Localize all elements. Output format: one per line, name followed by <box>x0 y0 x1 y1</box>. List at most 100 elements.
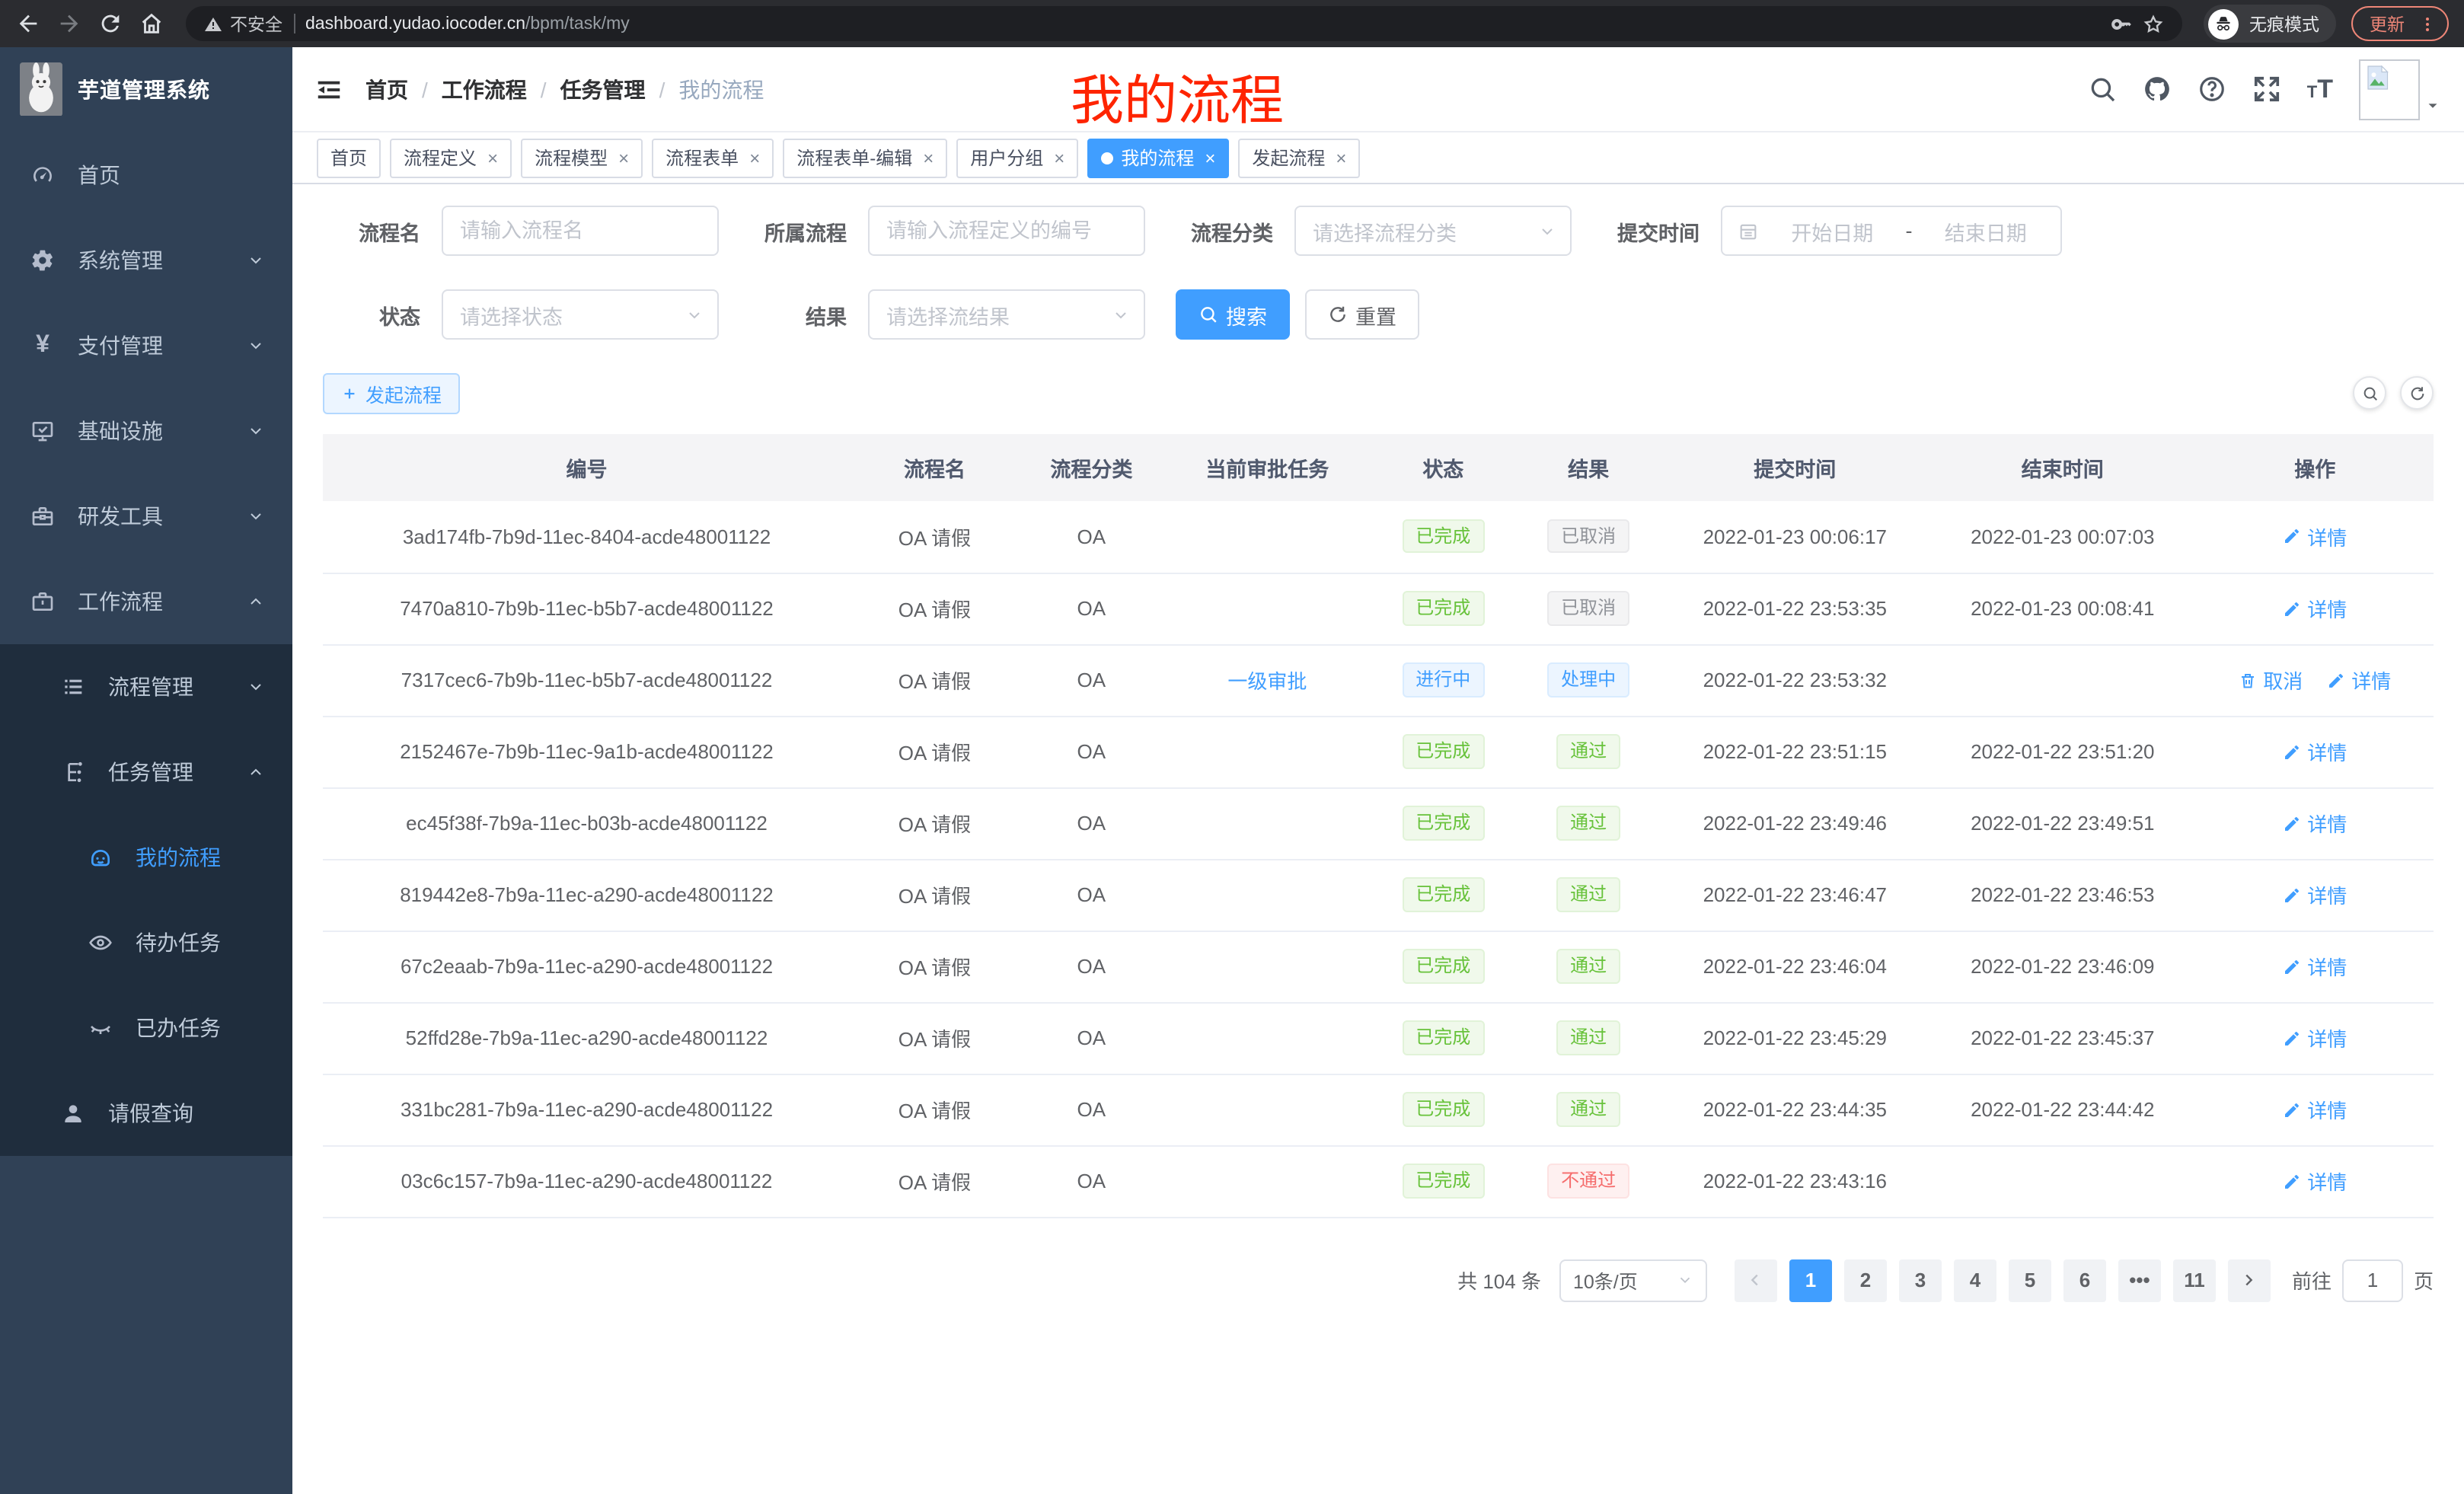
sidebar-item-我的流程[interactable]: 我的流程 <box>0 815 292 900</box>
op-详情[interactable]: 详情 <box>2283 1167 2347 1196</box>
sidebar-item-首页[interactable]: 首页 <box>0 132 292 218</box>
sidebar-item-已办任务[interactable]: 已办任务 <box>0 985 292 1071</box>
page-button-4[interactable]: 4 <box>1954 1259 1996 1301</box>
home-icon[interactable] <box>139 11 164 37</box>
page-button-6[interactable]: 6 <box>2063 1259 2106 1301</box>
op-详情[interactable]: 详情 <box>2283 880 2347 909</box>
cell-status: 已完成 <box>1371 573 1516 644</box>
process-name-input[interactable] <box>442 206 719 256</box>
cell-process-name: OA 请假 <box>851 573 1019 644</box>
sidebar-item-待办任务[interactable]: 待办任务 <box>0 900 292 985</box>
tab-发起流程[interactable]: 发起流程× <box>1238 138 1360 177</box>
page-button-3[interactable]: 3 <box>1899 1259 1942 1301</box>
sidebar-item-研发工具[interactable]: 研发工具 <box>0 474 292 559</box>
category-select[interactable]: 请选择流程分类 <box>1294 206 1572 256</box>
result-badge: 通过 <box>1556 1093 1620 1127</box>
back-icon[interactable] <box>15 11 41 37</box>
tab-流程表单-编辑[interactable]: 流程表单-编辑× <box>783 138 947 177</box>
sidebar-item-流程管理[interactable]: 流程管理 <box>0 644 292 729</box>
result-select[interactable]: 请选择流结果 <box>868 289 1145 340</box>
op-详情[interactable]: 详情 <box>2283 952 2347 981</box>
forward-icon[interactable] <box>56 11 82 37</box>
close-icon[interactable]: × <box>1336 147 1346 168</box>
breadcrumb-item[interactable]: 工作流程 <box>442 74 527 104</box>
page-button-2[interactable]: 2 <box>1844 1259 1887 1301</box>
page-ellipsis[interactable]: ••• <box>2118 1259 2161 1301</box>
toggle-search-icon[interactable] <box>2353 376 2386 410</box>
op-详情[interactable]: 详情 <box>2283 737 2347 766</box>
fullscreen-icon[interactable] <box>2252 75 2281 104</box>
sidebar-fold-icon[interactable] <box>315 75 343 103</box>
task-link[interactable]: 一级审批 <box>1227 670 1307 693</box>
bookmark-star-icon[interactable] <box>2143 13 2164 34</box>
column-header-操作: 操作 <box>2197 434 2434 501</box>
sidebar-item-请假查询[interactable]: 请假查询 <box>0 1071 292 1156</box>
rabbit-logo-icon <box>20 62 62 117</box>
sidebar-item-工作流程[interactable]: 工作流程 <box>0 559 292 644</box>
process-definition-input[interactable] <box>868 206 1145 256</box>
breadcrumb-item[interactable]: 任务管理 <box>560 74 646 104</box>
omnibox-divider <box>293 14 295 34</box>
reload-icon[interactable] <box>97 11 123 37</box>
result-badge: 已取消 <box>1547 519 1629 554</box>
close-icon[interactable]: × <box>923 147 934 168</box>
op-详情[interactable]: 详情 <box>2283 594 2347 623</box>
security-warning[interactable]: 不安全 <box>204 11 282 36</box>
question-icon[interactable] <box>2197 75 2226 104</box>
update-button[interactable]: 更新 <box>2351 6 2449 41</box>
font-size-icon[interactable]: TT <box>2307 76 2333 102</box>
page-button-11[interactable]: 11 <box>2173 1259 2216 1301</box>
reset-button[interactable]: 重置 <box>1305 289 1419 340</box>
cell-current-task <box>1164 501 1371 573</box>
menu-dots-icon[interactable] <box>2418 14 2437 33</box>
github-icon[interactable] <box>2143 75 2172 104</box>
status-select[interactable]: 请选择状态 <box>442 289 719 340</box>
table-row: 331bc281-7b9a-11ec-a290-acde48001122OA 请… <box>323 1074 2434 1145</box>
start-process-button[interactable]: 发起流程 <box>323 373 460 414</box>
op-详情[interactable]: 详情 <box>2327 666 2391 694</box>
tab-首页[interactable]: 首页 <box>317 138 381 177</box>
breadcrumb-item[interactable]: 首页 <box>365 74 408 104</box>
tab-用户分组[interactable]: 用户分组× <box>956 138 1078 177</box>
search-button[interactable]: 搜索 <box>1176 289 1290 340</box>
url-bar[interactable]: 不安全 dashboard.yudao.iocoder.cn/bpm/task/… <box>186 6 2182 41</box>
op-详情[interactable]: 详情 <box>2283 522 2347 551</box>
prev-page-button[interactable] <box>1735 1259 1777 1301</box>
op-详情[interactable]: 详情 <box>2283 1095 2347 1124</box>
eye-icon <box>88 931 113 955</box>
op-详情[interactable]: 详情 <box>2283 1023 2347 1052</box>
key-icon[interactable] <box>2111 13 2132 34</box>
page-size-select[interactable]: 10条/页 <box>1559 1259 1707 1301</box>
page-button-1[interactable]: 1 <box>1789 1259 1832 1301</box>
goto-page-input[interactable] <box>2342 1259 2403 1301</box>
op-详情[interactable]: 详情 <box>2283 809 2347 838</box>
cell-end-time: 2022-01-22 23:49:51 <box>1929 787 2197 859</box>
tab-流程模型[interactable]: 流程模型× <box>521 138 643 177</box>
update-label: 更新 <box>2370 11 2405 36</box>
search-icon[interactable] <box>2088 75 2117 104</box>
user-avatar[interactable] <box>2359 59 2441 120</box>
sidebar-item-系统管理[interactable]: 系统管理 <box>0 218 292 303</box>
close-icon[interactable]: × <box>749 147 760 168</box>
tab-我的流程[interactable]: 我的流程× <box>1087 138 1229 177</box>
table-row: ec45f38f-7b9a-11ec-b03b-acde48001122OA 请… <box>323 787 2434 859</box>
sidebar-item-任务管理[interactable]: 任务管理 <box>0 729 292 815</box>
refresh-table-icon[interactable] <box>2400 376 2434 410</box>
caret-down-icon[interactable] <box>2424 97 2441 113</box>
tab-流程定义[interactable]: 流程定义× <box>390 138 512 177</box>
page-button-5[interactable]: 5 <box>2009 1259 2051 1301</box>
close-icon[interactable]: × <box>1054 147 1064 168</box>
next-page-button[interactable] <box>2228 1259 2271 1301</box>
pencil-icon <box>2283 1100 2301 1119</box>
chevron-down-icon <box>247 422 265 440</box>
cell-process-id: 67c2eaab-7b9a-11ec-a290-acde48001122 <box>323 931 851 1002</box>
app-logo[interactable]: 芋道管理系统 <box>0 47 292 132</box>
sidebar-item-基础设施[interactable]: 基础设施 <box>0 388 292 474</box>
close-icon[interactable]: × <box>487 147 498 168</box>
op-取消[interactable]: 取消 <box>2239 666 2303 694</box>
sidebar-item-支付管理[interactable]: ¥支付管理 <box>0 303 292 388</box>
tab-流程表单[interactable]: 流程表单× <box>652 138 774 177</box>
close-icon[interactable]: × <box>1205 147 1215 168</box>
close-icon[interactable]: × <box>618 147 629 168</box>
date-range-picker[interactable]: 开始日期 - 结束日期 <box>1721 206 2062 256</box>
